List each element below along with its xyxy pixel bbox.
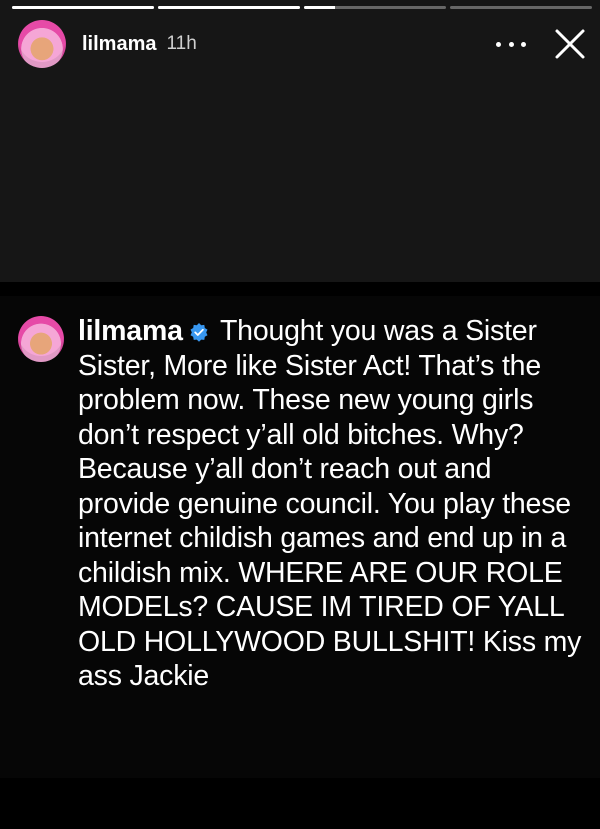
verified-badge-icon <box>190 323 208 342</box>
progress-fill <box>12 6 154 9</box>
progress-segment <box>12 6 154 9</box>
comment-username[interactable]: lilmama <box>78 315 183 347</box>
close-icon[interactable] <box>554 28 586 60</box>
story-header: lilmama 11h <box>18 20 586 68</box>
story-progress-bars <box>12 6 592 9</box>
progress-segment <box>158 6 300 9</box>
more-dot <box>508 41 514 47</box>
more-dot <box>496 41 501 47</box>
progress-segment <box>304 6 446 9</box>
progress-fill <box>158 6 300 9</box>
comment-body: Thought you was a Sister Sister, More li… <box>78 315 582 692</box>
story-username[interactable]: lilmama <box>82 33 156 56</box>
more-horizontal-icon[interactable] <box>496 34 526 54</box>
comment-avatar[interactable] <box>18 316 64 362</box>
comment-text: lilmama Thought you was a Sister Sister,… <box>78 314 588 694</box>
progress-segment <box>450 6 592 9</box>
bottom-area <box>0 778 600 829</box>
avatar[interactable] <box>18 20 66 68</box>
progress-fill <box>304 6 336 9</box>
more-dot <box>521 41 526 47</box>
story-timestamp: 11h <box>166 33 197 54</box>
comment-block: lilmama Thought you was a Sister Sister,… <box>0 296 600 778</box>
